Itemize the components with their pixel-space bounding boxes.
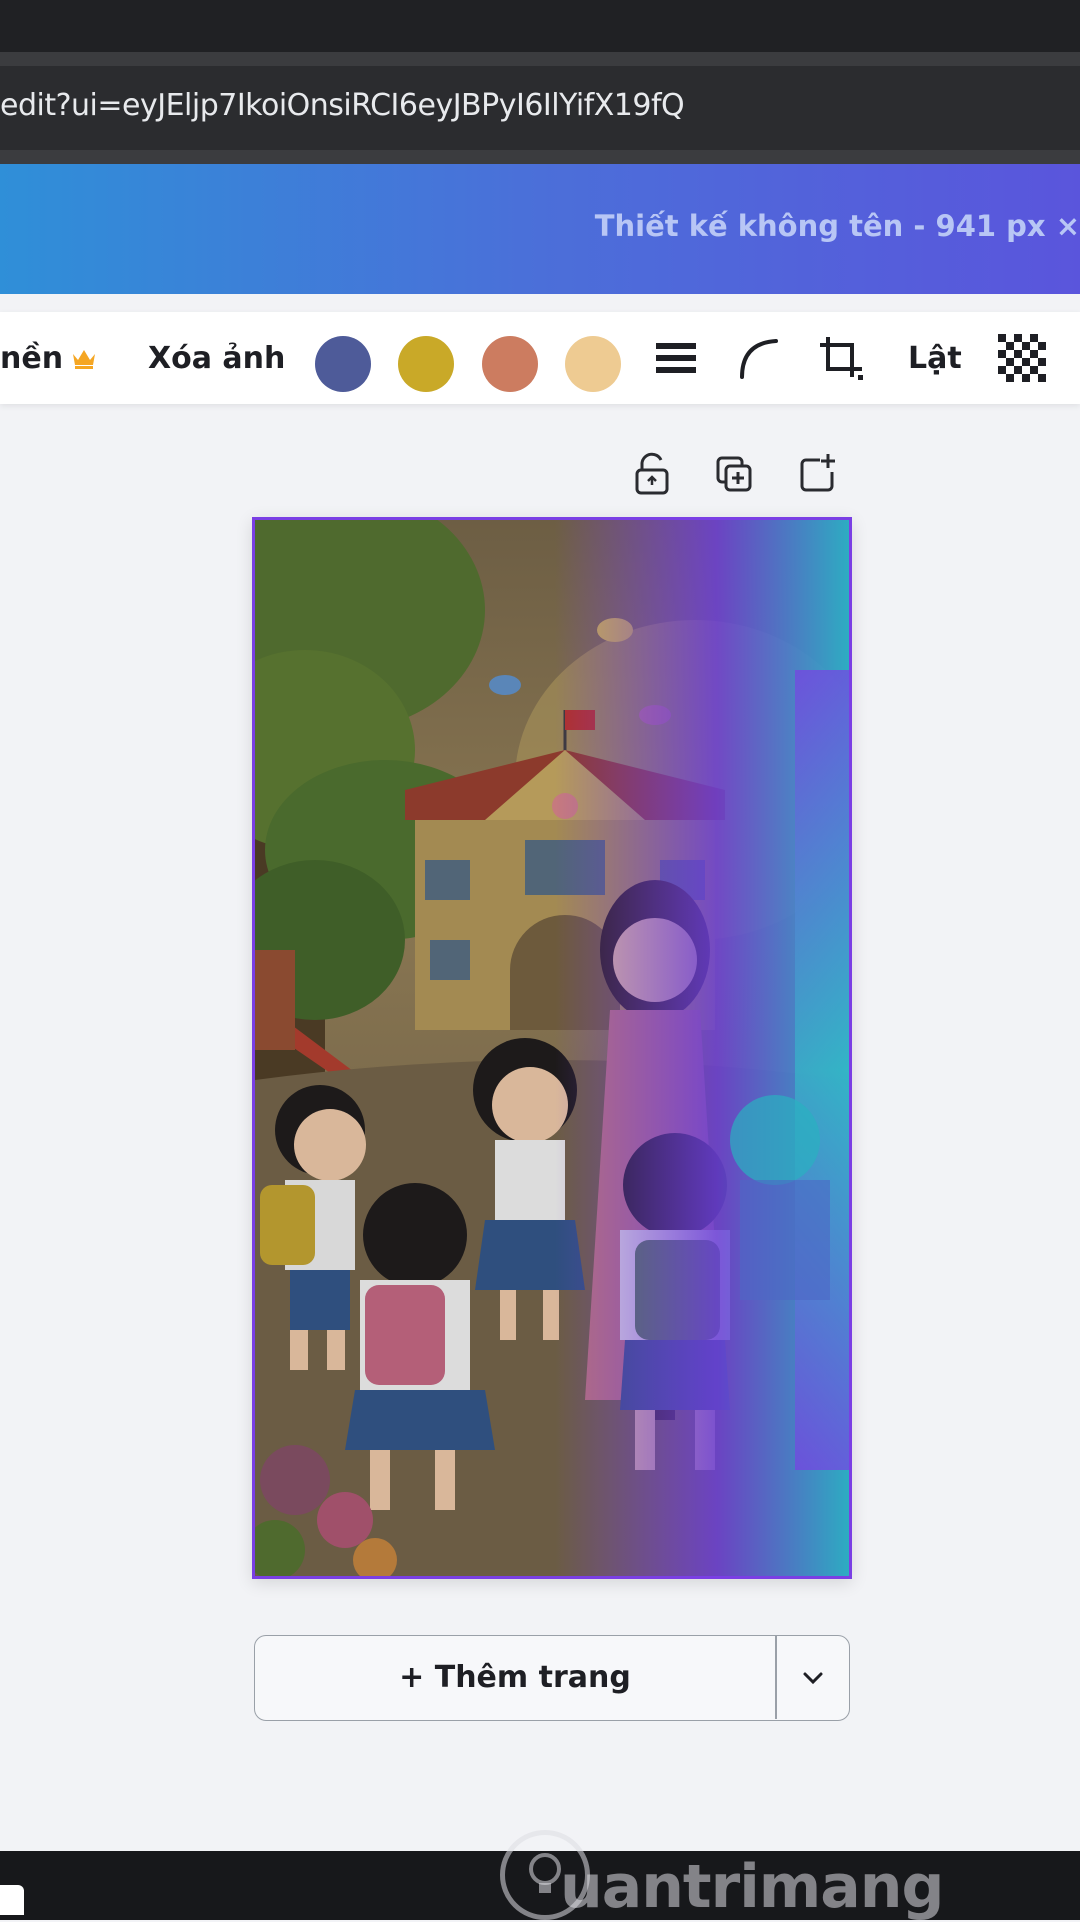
watermark-text: uantrimang [560, 1852, 944, 1922]
context-toolbar: nền Xóa ảnh Lật [0, 312, 1080, 404]
add-page-control: + Thêm trang [254, 1635, 850, 1721]
remove-background-button[interactable]: Xóa ảnh [148, 312, 285, 404]
corner-rounding-icon[interactable] [738, 312, 780, 404]
document-title[interactable]: Thiết kế không tên - 941 px × [595, 209, 1080, 243]
crop-icon[interactable] [818, 312, 866, 404]
color-swatch-1[interactable] [315, 336, 371, 392]
address-bar[interactable]: edit?ui=eyJEljp7IkoiOnsiRCI6eyJBPyI6IlYi… [0, 66, 1080, 164]
canvas-page[interactable] [252, 517, 852, 1579]
chevron-down-icon[interactable] [777, 1636, 849, 1719]
flip-label: Lật [908, 340, 962, 376]
browser-top-bar [0, 0, 1080, 52]
add-page-icon[interactable] [798, 452, 838, 494]
add-page-button[interactable]: + Thêm trang [255, 1636, 775, 1719]
address-url[interactable]: edit?ui=eyJEljp7IkoiOnsiRCI6eyJBPyI6IlYi… [0, 88, 685, 123]
app-logo-icon [0, 1885, 24, 1915]
background-button-label: nền [0, 340, 64, 376]
color-swatch-2[interactable] [398, 336, 454, 392]
transparency-icon[interactable] [998, 312, 1046, 404]
background-button[interactable]: nền [0, 312, 63, 404]
remove-background-label: Xóa ảnh [148, 340, 286, 376]
illustration-image[interactable] [255, 520, 849, 1576]
border-style-icon[interactable] [654, 312, 698, 404]
flip-button[interactable]: Lật [908, 312, 962, 404]
color-swatch-3[interactable] [482, 336, 538, 392]
lock-icon[interactable] [632, 452, 672, 496]
crown-icon [70, 312, 98, 404]
add-page-label: + Thêm trang [399, 1660, 631, 1695]
color-swatch-4[interactable] [565, 336, 621, 392]
tab-strip [0, 52, 1080, 66]
duplicate-icon[interactable] [714, 454, 754, 494]
editor-header: Thiết kế không tên - 941 px × [0, 164, 1080, 294]
